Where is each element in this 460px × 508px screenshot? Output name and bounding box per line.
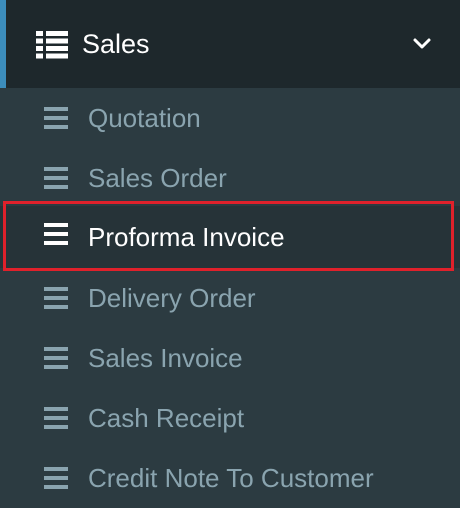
sales-menu-label: Sales bbox=[82, 29, 150, 59]
menu-item-proforma-invoice[interactable]: Proforma Invoice bbox=[0, 206, 460, 268]
menu-item-label: Cash Receipt bbox=[88, 403, 245, 433]
sales-menu-header[interactable]: Sales bbox=[0, 0, 460, 88]
menu-item-label: Credit Note To Customer bbox=[88, 463, 374, 493]
bars-icon bbox=[44, 107, 68, 129]
chevron-down-icon[interactable] bbox=[408, 32, 436, 56]
menu-item-label: Delivery Order bbox=[88, 283, 256, 313]
bars-icon bbox=[44, 223, 68, 245]
bars-icon bbox=[44, 287, 68, 309]
menu-item-label: Sales Order bbox=[88, 163, 227, 193]
menu-item-sales-order[interactable]: Sales Order bbox=[0, 149, 460, 209]
sidebar-menu: Sales Quotation Sales Order Proforma Inv… bbox=[0, 0, 460, 508]
menu-item-delivery-order[interactable]: Delivery Order bbox=[0, 269, 460, 329]
bars-icon bbox=[44, 467, 68, 489]
menu-item-quotation[interactable]: Quotation bbox=[0, 89, 460, 149]
list-icon bbox=[36, 31, 68, 59]
menu-item-label: Quotation bbox=[88, 103, 201, 133]
menu-item-credit-note-to-customer[interactable]: Credit Note To Customer bbox=[0, 449, 460, 508]
menu-item-label: Proforma Invoice bbox=[88, 222, 285, 252]
bars-icon bbox=[44, 407, 68, 429]
menu-item-cash-receipt[interactable]: Cash Receipt bbox=[0, 389, 460, 449]
bars-icon bbox=[44, 167, 68, 189]
menu-item-sales-invoice[interactable]: Sales Invoice bbox=[0, 329, 460, 389]
menu-item-label: Sales Invoice bbox=[88, 343, 243, 373]
bars-icon bbox=[44, 347, 68, 369]
